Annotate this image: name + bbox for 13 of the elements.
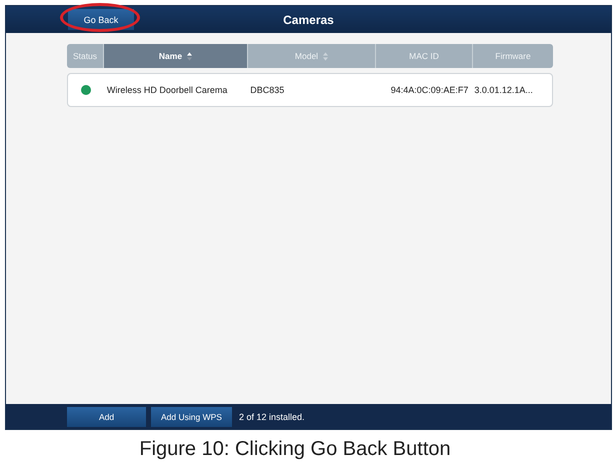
- table-cell-text: DBC835: [249, 85, 286, 95]
- table-cell-text: 94:4A:0C:09:AE:F7: [390, 85, 470, 95]
- table-row[interactable]: Wireless HD Doorbell Carema DBC835 94:4A:0C:09:AE:F7 3.0.01.12.1A...: [67, 73, 553, 107]
- add-button[interactable]: Add: [67, 406, 146, 426]
- table-cell-text: Wireless HD Doorbell Carema: [106, 85, 228, 95]
- install-count: 2 of 12 installed.: [239, 412, 305, 422]
- column-header[interactable]: Name: [104, 44, 248, 68]
- go-back-button[interactable]: Go Back: [68, 9, 134, 30]
- sort-icon[interactable]: [187, 52, 192, 60]
- add-using-wps-button[interactable]: Add Using WPS: [151, 406, 232, 426]
- page-title: Cameras: [282, 12, 335, 26]
- figure-caption: Figure 10: Clicking Go Back Button: [138, 438, 452, 461]
- table-cell-text: 3.0.01.12.1A...: [473, 85, 534, 95]
